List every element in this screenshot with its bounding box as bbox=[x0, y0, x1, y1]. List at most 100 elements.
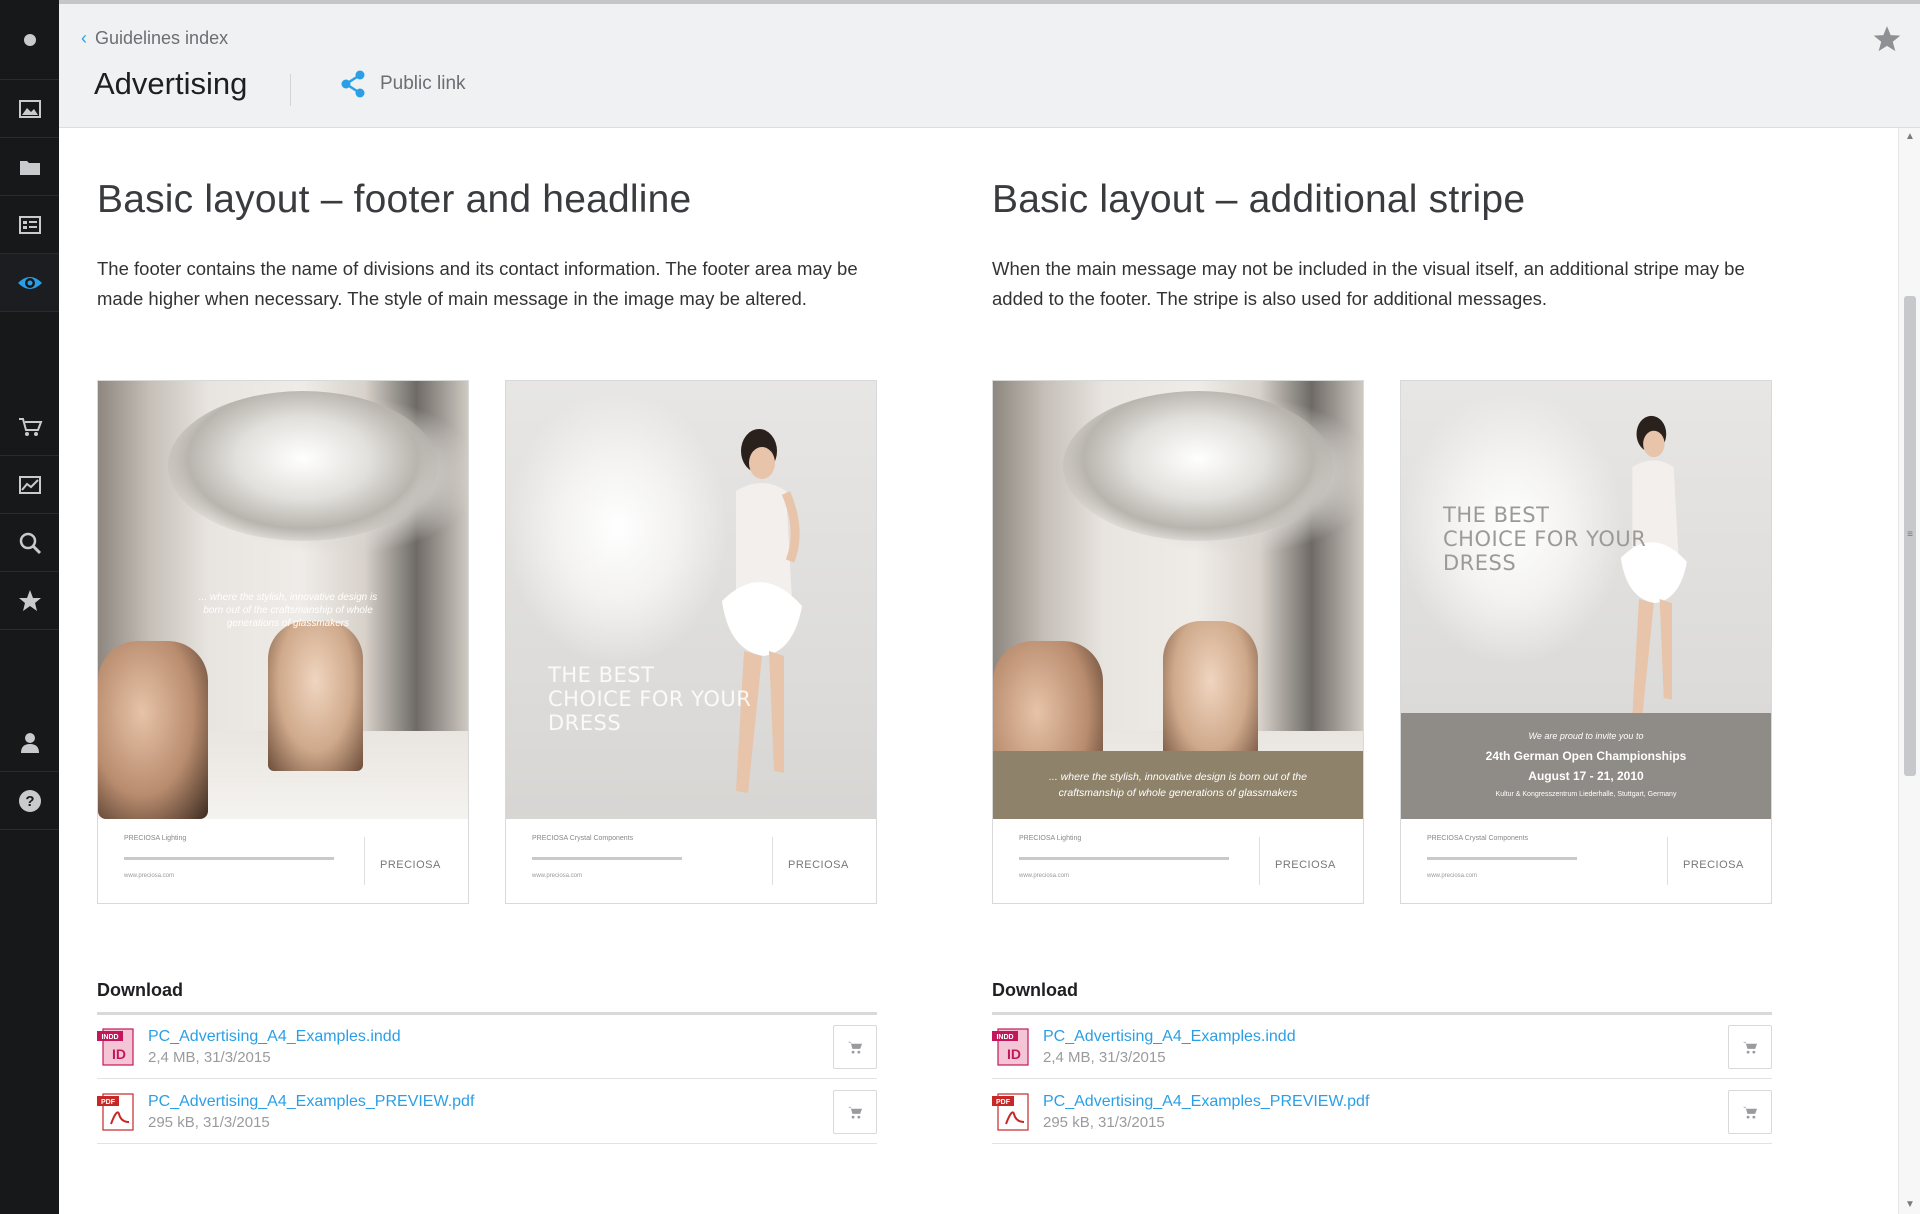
poster-dress-example[interactable]: THE BEST CHOICE FOR YOUR DRESS PRECIOSA Cr… bbox=[505, 380, 877, 904]
svg-text:PDF: PDF bbox=[101, 1099, 116, 1106]
sidebar-item-guidelines[interactable] bbox=[0, 254, 59, 312]
help-icon: ? bbox=[18, 789, 41, 812]
poster-photo: THE BEST CHOICE FOR YOUR DRESS We are prou… bbox=[1401, 381, 1771, 819]
preciosa-logo: PRECIOSA bbox=[1275, 859, 1336, 871]
sidebar-item-account[interactable] bbox=[0, 714, 59, 772]
sidebar-item-search[interactable] bbox=[0, 514, 59, 572]
poster-footer-web: www.preciosa.com bbox=[124, 873, 175, 879]
page-header: ‹ Guidelines index Advertising Public li… bbox=[59, 4, 1920, 128]
sidebar-item-help[interactable]: ? bbox=[0, 772, 59, 830]
user-icon bbox=[20, 732, 39, 753]
poster-lighting-stripe-example[interactable]: ... where the stylish, innovative design… bbox=[992, 380, 1364, 904]
poster-photo: ... where the stylish, innovative design… bbox=[993, 381, 1363, 819]
chevron-left-icon: ‹ bbox=[81, 28, 87, 48]
poster-footer: PRECIOSA Crystal Components www.preciosa… bbox=[1401, 819, 1771, 903]
sidebar-item-favorites[interactable] bbox=[0, 572, 59, 630]
sidebar-item-list[interactable] bbox=[0, 196, 59, 254]
share-icon bbox=[341, 70, 365, 98]
poster-slogan: THE BEST CHOICE FOR YOUR DRESS bbox=[1443, 503, 1647, 575]
poster-footer: PRECIOSA Lighting www.preciosa.com PRECI… bbox=[993, 819, 1363, 903]
scroll-down-arrow-icon[interactable]: ▼ bbox=[1899, 1196, 1920, 1214]
file-meta: 2,4 MB, 31/3/2015 bbox=[1043, 1049, 1166, 1066]
breadcrumb[interactable]: ‹ Guidelines index bbox=[81, 28, 228, 49]
download-row-pdf: PDF PC_Advertising_A4_Examples_PREVIEW.p… bbox=[97, 1080, 877, 1144]
sidebar-item-cart[interactable] bbox=[0, 398, 59, 456]
poster-dates: August 17 - 21, 2010 bbox=[1528, 769, 1644, 783]
poster-photo: THE BEST CHOICE FOR YOUR DRESS bbox=[506, 381, 876, 819]
sidebar: ? bbox=[0, 0, 59, 1214]
add-to-cart-button[interactable] bbox=[833, 1090, 877, 1134]
svg-text:ID: ID bbox=[112, 1046, 126, 1062]
poster-footer: PRECIOSA Crystal Components www.preciosa… bbox=[506, 819, 876, 903]
preciosa-logo: PRECIOSA bbox=[1683, 859, 1744, 871]
download-row-indd: INDD ID PC_Advertising_A4_Examples.indd … bbox=[992, 1015, 1772, 1079]
poster-footer-web: www.preciosa.com bbox=[532, 873, 583, 879]
search-icon bbox=[19, 532, 41, 554]
public-link-button[interactable]: Public link bbox=[340, 70, 466, 98]
preciosa-logo: PRECIOSA bbox=[788, 859, 849, 871]
eye-icon bbox=[17, 276, 42, 289]
poster-lighting-example[interactable]: ... where the stylish, innovative design… bbox=[97, 380, 469, 904]
poster-footer-web: www.preciosa.com bbox=[1427, 873, 1478, 879]
download-heading: Download bbox=[992, 980, 1078, 1000]
poster-dress-stripe-example[interactable]: THE BEST CHOICE FOR YOUR DRESS We are prou… bbox=[1400, 380, 1772, 904]
file-link[interactable]: PC_Advertising_A4_Examples.indd bbox=[1043, 1028, 1296, 1046]
poster-footer-company: PRECIOSA Crystal Components bbox=[1427, 835, 1529, 842]
cart-icon bbox=[847, 1106, 863, 1119]
cart-icon bbox=[18, 417, 42, 436]
vertical-scrollbar[interactable]: ▲ ≡ ▼ bbox=[1898, 128, 1920, 1214]
poster-event: 24th German Open Championships bbox=[1485, 749, 1687, 763]
poster-venue: Kultur & Kongresszentrum Liederhalle, St… bbox=[1495, 791, 1677, 798]
svg-text:?: ? bbox=[25, 793, 34, 810]
breadcrumb-label: Guidelines index bbox=[95, 28, 229, 48]
download-row-indd: INDD ID PC_Advertising_A4_Examples.indd … bbox=[97, 1015, 877, 1079]
grip-icon: ≡ bbox=[1907, 529, 1913, 540]
add-to-cart-button[interactable] bbox=[1728, 1025, 1772, 1069]
file-link[interactable]: PC_Advertising_A4_Examples_PREVIEW.pdf bbox=[148, 1093, 474, 1111]
pdf-file-icon: PDF bbox=[97, 1093, 134, 1131]
cart-icon bbox=[1742, 1041, 1758, 1054]
section-description: When the main message may not be include… bbox=[992, 258, 1745, 309]
list-icon bbox=[18, 215, 41, 234]
add-to-cart-button[interactable] bbox=[833, 1025, 877, 1069]
scroll-up-arrow-icon[interactable]: ▲ bbox=[1899, 128, 1920, 146]
model-illustration bbox=[722, 429, 802, 793]
poster-tagline: ... where the stylish, innovative design… bbox=[1049, 771, 1307, 799]
poster-photo: ... where the stylish, innovative design… bbox=[98, 381, 468, 819]
indd-file-icon: INDD ID bbox=[992, 1028, 1029, 1066]
cart-icon bbox=[1742, 1106, 1758, 1119]
file-link[interactable]: PC_Advertising_A4_Examples.indd bbox=[148, 1028, 401, 1046]
public-link-label: Public link bbox=[380, 73, 466, 94]
images-icon bbox=[18, 99, 41, 118]
dot-icon bbox=[23, 33, 36, 46]
add-to-cart-button[interactable] bbox=[1728, 1090, 1772, 1134]
sidebar-item-folders[interactable] bbox=[0, 138, 59, 196]
cart-icon bbox=[847, 1041, 863, 1054]
section-description: The footer contains the name of division… bbox=[97, 258, 858, 309]
file-meta: 2,4 MB, 31/3/2015 bbox=[148, 1049, 271, 1066]
download-row-pdf: PDF PC_Advertising_A4_Examples_PREVIEW.p… bbox=[992, 1080, 1772, 1144]
poster-footer-company: PRECIOSA Lighting bbox=[124, 835, 187, 842]
svg-text:INDD: INDD bbox=[101, 1034, 118, 1041]
poster-footer-company: PRECIOSA Crystal Components bbox=[532, 835, 634, 842]
folder-icon bbox=[19, 160, 40, 175]
sidebar-item-home[interactable] bbox=[0, 0, 59, 80]
poster-footer: PRECIOSA Lighting www.preciosa.com PRECI… bbox=[98, 819, 468, 903]
poster-footer-web: www.preciosa.com bbox=[1019, 873, 1070, 879]
sidebar-item-images[interactable] bbox=[0, 80, 59, 138]
preciosa-logo: PRECIOSA bbox=[380, 859, 441, 871]
sidebar-item-stats[interactable] bbox=[0, 456, 59, 514]
star-icon bbox=[1873, 26, 1901, 52]
favorite-star-button[interactable] bbox=[1872, 24, 1902, 59]
indd-file-icon: INDD ID bbox=[97, 1028, 134, 1066]
poster-tagline: ... where the stylish, innovative design… bbox=[198, 592, 378, 629]
file-link[interactable]: PC_Advertising_A4_Examples_PREVIEW.pdf bbox=[1043, 1093, 1369, 1111]
stats-icon bbox=[18, 475, 41, 494]
poster-stripe: We are proud to invite you to 24th Germa… bbox=[1401, 713, 1771, 819]
poster-slogan: THE BEST CHOICE FOR YOUR DRESS bbox=[548, 663, 752, 735]
svg-text:PDF: PDF bbox=[996, 1099, 1011, 1106]
star-icon bbox=[18, 589, 41, 611]
pdf-file-icon: PDF bbox=[992, 1093, 1029, 1131]
poster-invite: We are proud to invite you to bbox=[1528, 731, 1644, 741]
svg-text:ID: ID bbox=[1007, 1046, 1021, 1062]
